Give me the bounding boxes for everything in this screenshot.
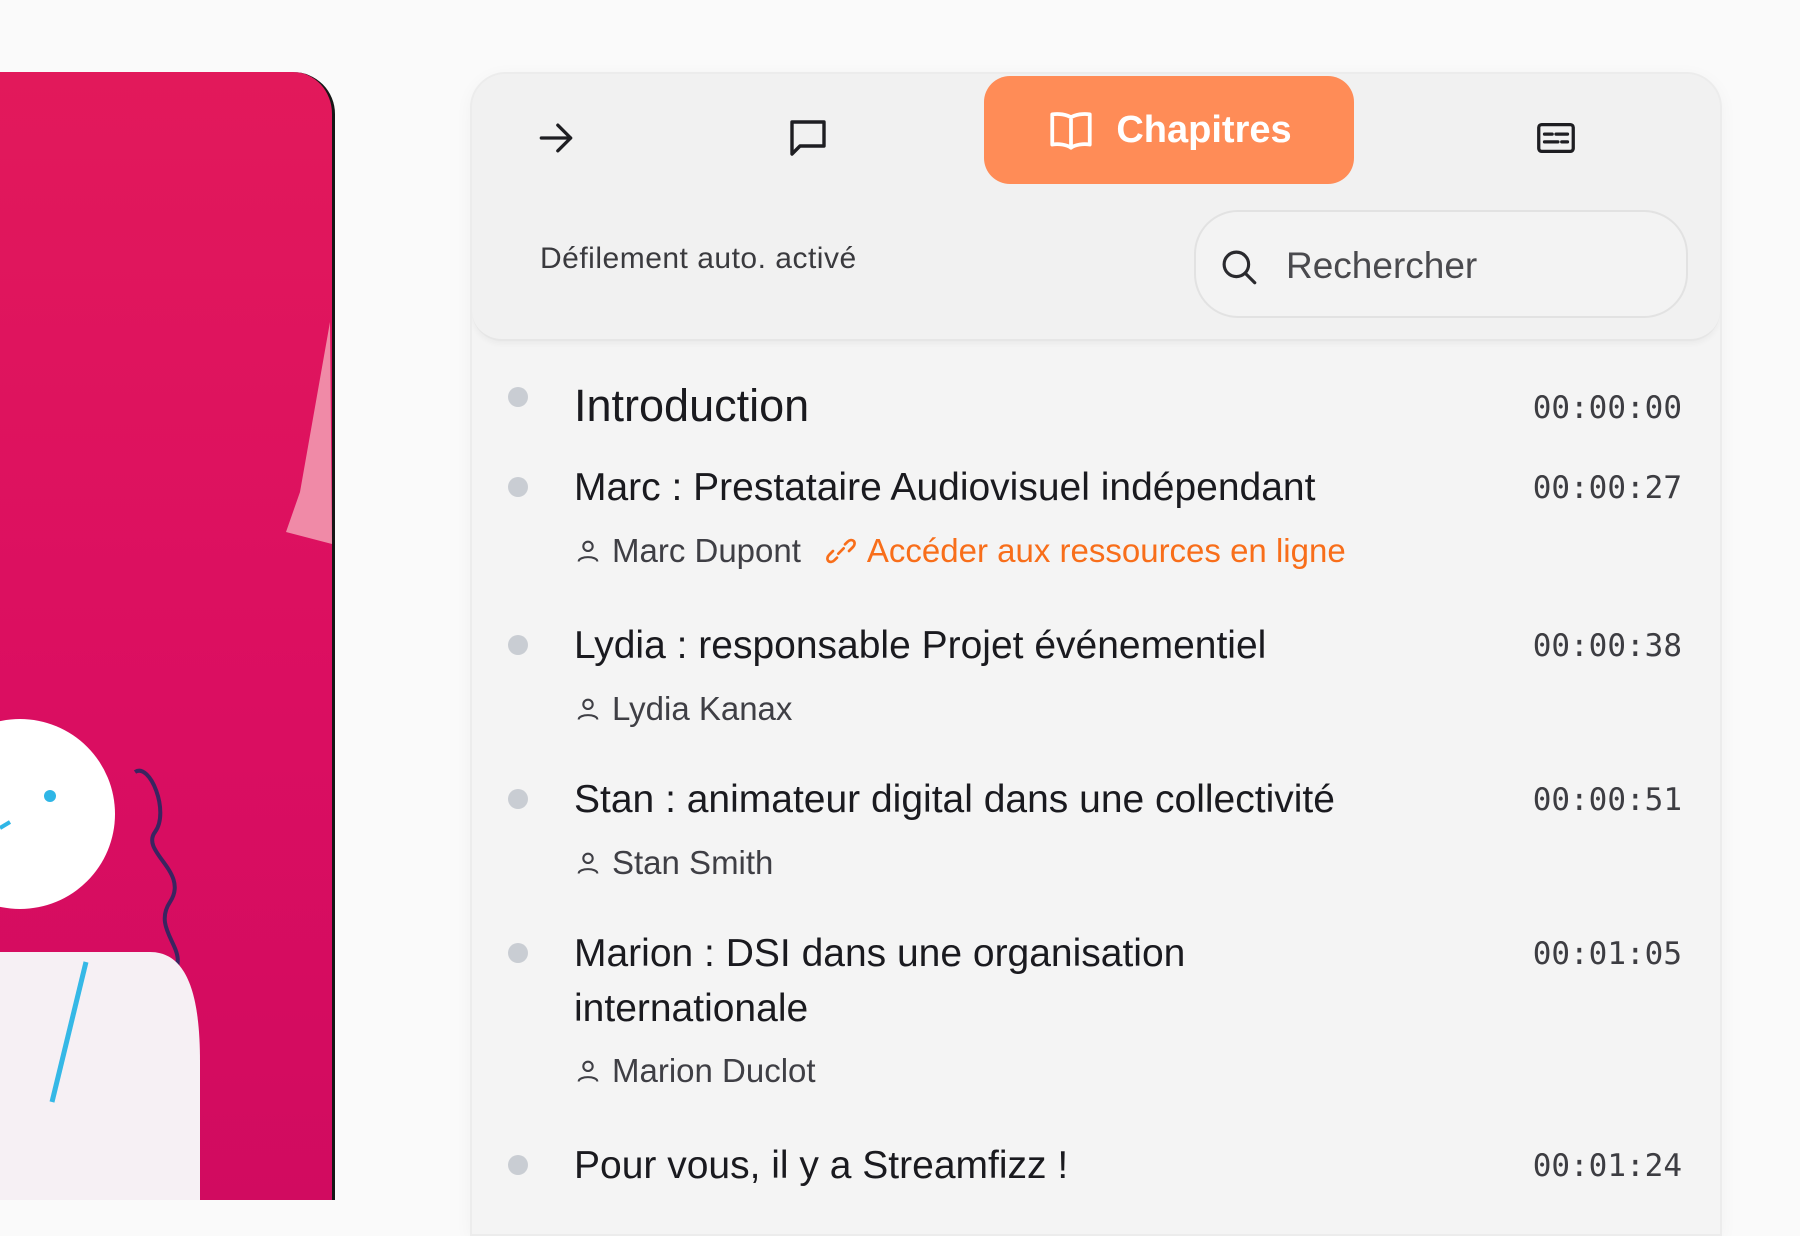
user-icon [574, 695, 602, 723]
chapter-item[interactable]: Lydia : responsable Projet événementiel … [472, 612, 1720, 752]
chapter-timestamp[interactable]: 00:01:05 [1533, 936, 1682, 972]
tab-chapters-label: Chapitres [1116, 108, 1292, 151]
chapter-item[interactable]: Stan : animateur digital dans une collec… [472, 766, 1720, 906]
chapter-speaker: Marion Duclot [612, 1052, 816, 1089]
link-icon [826, 538, 856, 564]
user-icon [574, 849, 602, 877]
tab-comments[interactable] [772, 102, 844, 174]
search-input[interactable] [1284, 238, 1668, 294]
chapter-title: Lydia : responsable Projet événementiel [574, 624, 1267, 667]
resources-link[interactable]: Accéder aux ressources en ligne [825, 532, 1346, 570]
chapter-title: Introduction [574, 380, 810, 431]
chapter-speaker: Marc Dupont [612, 532, 801, 569]
chapter-title: Marc : Prestataire Audiovisuel indépenda… [574, 466, 1316, 509]
chapter-bullet [508, 1155, 528, 1175]
chapter-timestamp[interactable]: 00:00:00 [1533, 390, 1682, 426]
chapter-speaker: Stan Smith [612, 844, 774, 881]
autoscroll-toggle[interactable]: Défilement auto. activé [540, 242, 857, 276]
chapter-item[interactable]: Pour vous, il y a Streamfizz ! 00:01:24 [472, 1132, 1720, 1212]
chapter-title: Stan : animateur digital dans une collec… [574, 778, 1335, 821]
chapter-item[interactable]: Marion : DSI dans une organisation inter… [472, 920, 1720, 1120]
chapter-bullet [508, 635, 528, 655]
captions-icon [1537, 122, 1575, 154]
book-open-icon [1050, 112, 1092, 150]
chapter-timestamp[interactable]: 00:00:51 [1533, 782, 1682, 818]
chapter-meta: Lydia Kanax [574, 690, 792, 728]
resources-link-label: Accéder aux ressources en ligne [866, 532, 1346, 569]
chapters-panel: Chapitres Défilement auto. activé Introd… [470, 72, 1722, 1236]
chapter-bullet [508, 477, 528, 497]
search-box[interactable] [1194, 210, 1688, 318]
chapter-meta: Stan Smith [574, 844, 773, 882]
chapter-bullet [508, 789, 528, 809]
user-icon [574, 1057, 602, 1085]
chapter-meta: Marion Duclot [574, 1052, 816, 1090]
chapter-title: Pour vous, il y a Streamfizz ! [574, 1144, 1069, 1187]
chapter-timestamp[interactable]: 00:00:27 [1533, 470, 1682, 506]
chapter-meta: Marc Dupont Accéder aux ressources en li… [574, 532, 1346, 570]
chapter-bullet [508, 387, 528, 407]
arrow-right-icon [539, 123, 573, 153]
chapter-item[interactable]: Marc : Prestataire Audiovisuel indépenda… [472, 454, 1720, 604]
search-icon [1222, 250, 1257, 285]
tab-transcript[interactable] [1520, 102, 1592, 174]
message-square-icon [790, 120, 826, 156]
video-preview[interactable] [0, 72, 335, 1200]
video-illustration [0, 322, 332, 1200]
chapter-item[interactable]: Introduction 00:00:00 [472, 364, 1720, 444]
chapter-speaker: Lydia Kanax [612, 690, 793, 727]
chapter-timestamp[interactable]: 00:00:38 [1533, 628, 1682, 664]
chapter-timestamp[interactable]: 00:01:24 [1533, 1148, 1682, 1184]
collapse-panel-button[interactable] [520, 102, 592, 174]
chapter-title: Marion : DSI dans une organisation inter… [574, 932, 1186, 1030]
panel-header: Chapitres Défilement auto. activé [472, 74, 1720, 341]
tab-chapters[interactable]: Chapitres [984, 76, 1354, 184]
chapter-bullet [508, 943, 528, 963]
user-icon [574, 537, 602, 565]
